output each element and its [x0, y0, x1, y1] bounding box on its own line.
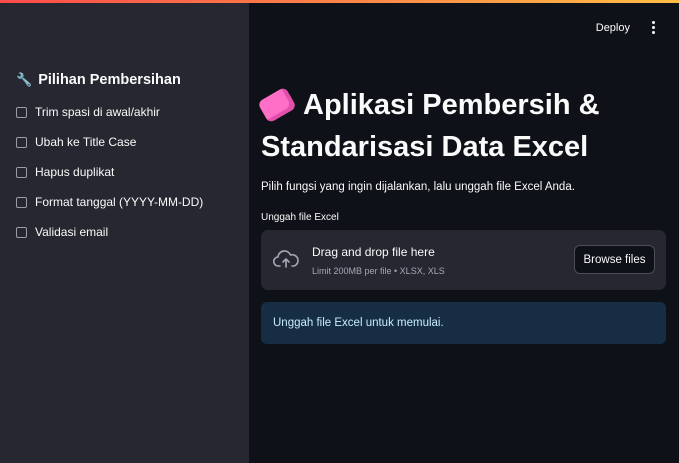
checkbox-label: Validasi email: [35, 225, 109, 239]
page-title-text: Aplikasi Pembersih & Standarisasi Data E…: [261, 89, 600, 163]
checkbox-box[interactable]: [16, 106, 27, 118]
checkbox-label: Hapus duplikat: [35, 165, 115, 179]
checkbox-label: Trim spasi di awal/akhir: [35, 105, 160, 119]
checkbox-box[interactable]: [16, 226, 27, 238]
sidebar-title-text: Pilihan Pembersihan: [38, 72, 181, 88]
checkbox-hapus-duplikat[interactable]: Hapus duplikat: [16, 165, 114, 179]
checkbox-box[interactable]: [16, 196, 27, 208]
top-accent-bar: [0, 0, 679, 3]
browse-files-button[interactable]: Browse files: [574, 245, 655, 274]
checkbox-label: Format tanggal (YYYY-MM-DD): [35, 195, 204, 209]
page-title: Aplikasi Pembersih & Standarisasi Data E…: [257, 84, 661, 168]
checkbox-box[interactable]: [16, 136, 27, 148]
checkbox-format-tanggal[interactable]: Format tanggal (YYYY-MM-DD): [16, 195, 203, 209]
kebab-menu-icon[interactable]: [648, 19, 659, 36]
page-description: Pilih fungsi yang ingin dijalankan, lalu…: [261, 181, 575, 193]
checkbox-trim-spasi[interactable]: Trim spasi di awal/akhir: [16, 105, 160, 119]
sidebar: 🔧 Pilihan Pembersihan Trim spasi di awal…: [0, 0, 249, 463]
uploader-label: Unggah file Excel: [261, 212, 339, 223]
header-toolbar: Deploy: [596, 19, 659, 36]
sidebar-title: 🔧 Pilihan Pembersihan: [16, 72, 181, 88]
wrench-icon: 🔧: [16, 72, 33, 87]
checkbox-box[interactable]: [16, 166, 27, 178]
checkbox-title-case[interactable]: Ubah ke Title Case: [16, 135, 136, 149]
checkbox-validasi-email[interactable]: Validasi email: [16, 225, 108, 239]
deploy-button[interactable]: Deploy: [596, 22, 630, 34]
info-alert: Unggah file Excel untuk memulai.: [261, 302, 666, 344]
file-dropzone[interactable]: Drag and drop file here Limit 200MB per …: [261, 230, 666, 290]
dropzone-limit: Limit 200MB per file • XLSX, XLS: [312, 266, 445, 276]
checkbox-label: Ubah ke Title Case: [35, 135, 137, 149]
cloud-upload-icon: [273, 250, 299, 268]
soap-icon: [257, 86, 297, 124]
dropzone-instruction: Drag and drop file here: [312, 245, 435, 259]
